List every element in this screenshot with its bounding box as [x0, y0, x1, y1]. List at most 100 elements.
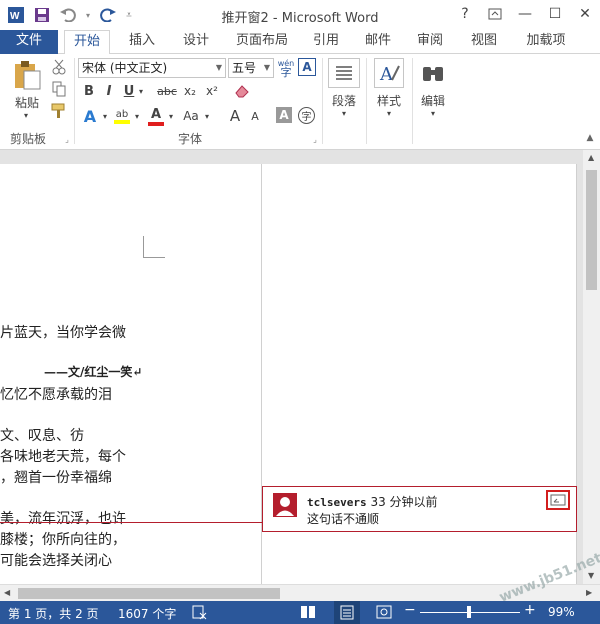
vertical-scrollbar[interactable]: ▲ ▼ [583, 150, 600, 584]
text-effects-dropdown-icon[interactable]: ▾ [100, 106, 110, 126]
document-page[interactable]: 片蓝天，当你学会微 ——文/红尘一笑↵ 忆忆不愿承载的泪 文、叹息、彷 各味地老… [0, 164, 577, 584]
scroll-right-icon[interactable]: ▶ [586, 588, 592, 597]
tab-view[interactable]: 视图 [464, 30, 504, 54]
font-size-select[interactable]: 五号 ▼ [228, 58, 274, 78]
paragraph-dropdown-icon[interactable]: ▾ [338, 108, 350, 118]
subscript-button[interactable]: x₂ [180, 82, 200, 100]
reply-comment-icon[interactable] [546, 490, 570, 510]
ribbon-separator [412, 58, 413, 144]
highlight-color-swatch [114, 119, 130, 124]
maximize-button[interactable]: ☐ [540, 0, 570, 28]
tab-design[interactable]: 设计 [176, 30, 216, 54]
tab-insert[interactable]: 插入 [122, 30, 162, 54]
print-layout-icon[interactable] [334, 601, 360, 624]
scroll-up-icon[interactable]: ▲ [588, 153, 594, 162]
font-launcher-icon[interactable]: ⌟ [310, 134, 320, 144]
document-line[interactable]: ，翘首一份幸福绵 [0, 467, 112, 487]
styles-button[interactable]: 样式 [370, 92, 408, 108]
margin-corner-mark [143, 236, 165, 258]
tab-references[interactable]: 引用 [306, 30, 346, 54]
paragraph-button[interactable]: 段落 [326, 92, 362, 108]
zoom-slider-thumb[interactable] [467, 606, 471, 618]
font-color-dropdown-icon[interactable]: ▾ [166, 106, 176, 126]
highlight-dropdown-icon[interactable]: ▾ [132, 106, 142, 126]
underline-dropdown-icon[interactable]: ▾ [136, 82, 146, 100]
copy-icon[interactable] [50, 80, 68, 98]
document-line[interactable]: 各味地老天荒，每个 [0, 446, 126, 466]
strikethrough-button[interactable]: abc [156, 82, 178, 100]
superscript-button[interactable]: x² [202, 82, 222, 100]
read-mode-icon[interactable] [300, 604, 316, 623]
document-line[interactable]: 膝楼；你所向往的， [0, 529, 126, 549]
close-button[interactable]: ✕ [570, 0, 600, 28]
zoom-out-button[interactable]: − [404, 602, 416, 618]
comment-anchor-line [0, 522, 262, 523]
comment-text[interactable]: 这句话不通顺 [307, 510, 379, 527]
enclose-characters-button[interactable]: 字 [298, 107, 315, 124]
tab-home[interactable]: 开始 [64, 30, 110, 55]
proofing-icon[interactable] [192, 604, 208, 623]
grow-font-button[interactable]: A [226, 106, 244, 126]
paragraph-icon[interactable] [328, 58, 360, 88]
clipboard-launcher-icon[interactable]: ⌟ [62, 134, 72, 144]
ribbon-display-button[interactable] [480, 0, 510, 28]
document-line[interactable]: 片蓝天，当你学会微 [0, 322, 126, 342]
font-color-button[interactable]: A [146, 106, 166, 126]
word-count[interactable]: 1607 个字 [118, 605, 176, 622]
document-line[interactable]: ——文/红尘一笑↵ [44, 363, 142, 380]
word-window: W ▾ ⩡ 推开窗2 - Microsoft Word ? — ☐ ✕ 文件 开… [0, 0, 600, 624]
highlight-glyph: ab [115, 108, 129, 120]
text-effects-button[interactable]: A [80, 106, 100, 126]
scroll-down-icon[interactable]: ▼ [588, 571, 594, 580]
help-button[interactable]: ? [450, 0, 480, 28]
styles-icon[interactable]: A [374, 58, 404, 88]
zoom-in-button[interactable]: + [524, 602, 536, 618]
change-case-dropdown-icon[interactable]: ▾ [202, 106, 212, 126]
chevron-down-icon: ▼ [263, 63, 270, 72]
zoom-level[interactable]: 99% [548, 605, 575, 619]
highlight-button[interactable]: ab [112, 106, 132, 126]
paste-dropdown-icon[interactable]: ▾ [20, 110, 32, 120]
comment-balloon[interactable]: tclsevers 33 分钟以前 这句话不通顺 [262, 486, 577, 532]
format-painter-icon[interactable] [50, 102, 68, 120]
shrink-font-button[interactable]: A [246, 106, 264, 126]
font-name-value: 宋体 (中文正文) [82, 61, 168, 75]
cut-icon[interactable] [50, 58, 68, 76]
document-line[interactable]: 忆忆不愿承载的泪 [0, 384, 112, 404]
character-shading-button[interactable]: A [276, 107, 292, 123]
web-layout-icon[interactable] [376, 604, 392, 623]
document-line[interactable]: 美，流年沉浮，也许 [0, 508, 126, 528]
tab-page-layout[interactable]: 页面布局 [230, 30, 294, 54]
title-bar: W ▾ ⩡ 推开窗2 - Microsoft Word ? — ☐ ✕ [0, 0, 600, 30]
comment-header: tclsevers 33 分钟以前 [307, 493, 438, 510]
change-case-button[interactable]: Aa [180, 106, 202, 126]
font-name-select[interactable]: 宋体 (中文正文) ▼ [78, 58, 226, 78]
collapse-ribbon-icon[interactable]: ▲ [584, 132, 596, 144]
page-count[interactable]: 第 1 页，共 2 页 [8, 605, 99, 622]
ribbon-separator [322, 58, 323, 144]
italic-button[interactable]: I [100, 82, 118, 100]
scroll-left-icon[interactable]: ◀ [4, 588, 10, 597]
window-controls: ? — ☐ ✕ [450, 0, 600, 28]
minimize-button[interactable]: — [510, 0, 540, 28]
ribbon-tabs: 文件 开始 插入 设计 页面布局 引用 邮件 审阅 视图 加载项 [0, 30, 600, 55]
editing-button[interactable]: 编辑 [414, 92, 452, 108]
styles-dropdown-icon[interactable]: ▾ [383, 108, 395, 118]
phonetic-guide-button[interactable]: wén 字 [276, 58, 296, 78]
clear-formatting-icon[interactable] [232, 82, 252, 100]
vertical-scroll-thumb[interactable] [586, 170, 597, 290]
tab-file[interactable]: 文件 [0, 30, 58, 54]
paste-button[interactable]: 粘贴 [10, 94, 44, 110]
paste-icon[interactable] [8, 58, 46, 92]
clipboard-group-label: 剪贴板 [10, 132, 47, 146]
tab-review[interactable]: 审阅 [410, 30, 450, 54]
bold-button[interactable]: B [80, 82, 98, 100]
tab-mailings[interactable]: 邮件 [358, 30, 398, 54]
character-border-button[interactable]: A [298, 58, 316, 76]
document-line[interactable]: 可能会选择关闭心 [0, 550, 112, 570]
editing-dropdown-icon[interactable]: ▾ [427, 108, 439, 118]
tab-addins[interactable]: 加载项 [518, 30, 574, 54]
document-line[interactable]: 文、叹息、彷 [0, 425, 84, 445]
horizontal-scroll-thumb[interactable] [18, 588, 280, 599]
find-binoculars-icon[interactable] [418, 58, 448, 88]
